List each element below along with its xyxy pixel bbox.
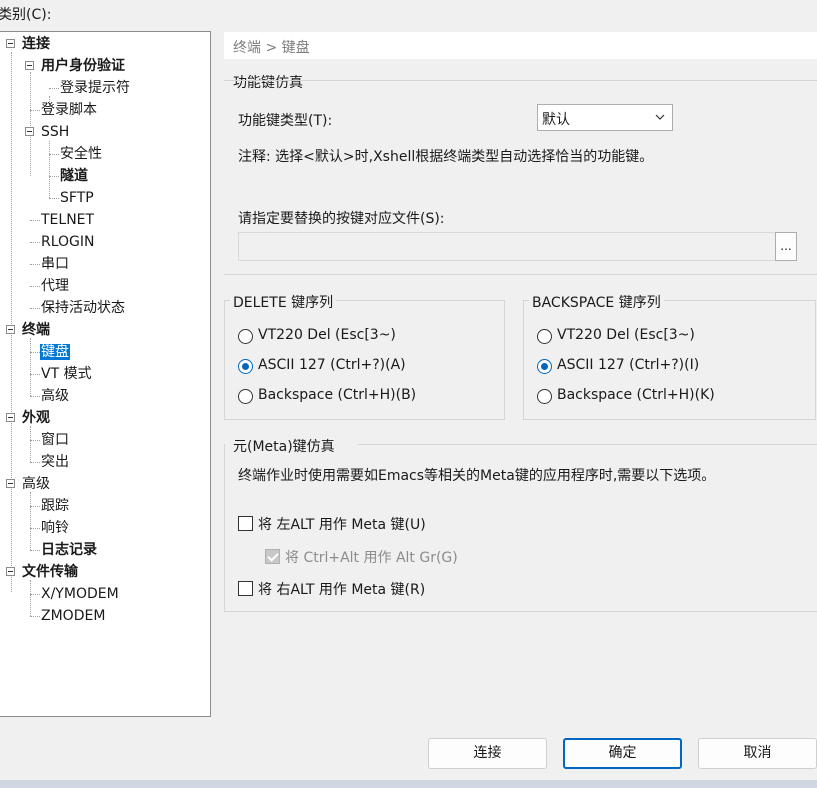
key-map-file-input[interactable] [238,232,777,261]
backspace-ascii127-label[interactable]: ASCII 127 (Ctrl+?)(I) [557,357,699,373]
backspace-backspace-label[interactable]: Backspace (Ctrl+H)(K) [557,387,715,403]
delete-backspace-radio[interactable] [238,389,253,404]
collapse-icon[interactable] [6,479,15,488]
tree-item-ssh[interactable]: SSH [40,121,70,143]
cancel-button[interactable]: 取消 [698,738,817,769]
function-key-type-select[interactable]: 默认 [537,104,673,131]
tree-item-security[interactable]: 安全性 [59,143,103,165]
backspace-seq-title: BACKSPACE 键序列 [529,292,664,312]
tree-item-tunnel[interactable]: 隧道 [59,165,89,187]
tree-item-vt-mode[interactable]: VT 模式 [40,363,93,385]
collapse-icon[interactable] [25,127,34,136]
collapse-icon[interactable] [6,413,15,422]
tree-item-user-auth[interactable]: 用户身份验证 [40,55,126,77]
tree-item-login-prompt[interactable]: 登录提示符 [59,77,131,99]
tree-item-sftp[interactable]: SFTP [59,187,95,209]
tree-item-advanced[interactable]: 高级 [21,473,51,495]
tree-item-trace[interactable]: 跟踪 [40,495,70,517]
function-key-type-value: 默认 [542,112,570,128]
tree-item-telnet[interactable]: TELNET [40,209,95,231]
tree-item-window[interactable]: 窗口 [40,429,70,451]
function-key-type-label: 功能键类型(T): [238,113,333,129]
connect-button[interactable]: 连接 [428,738,547,769]
backspace-vt220-label[interactable]: VT220 Del (Esc[3~) [557,327,695,343]
delete-seq-title: DELETE 键序列 [230,292,337,312]
tree-item-xymodem[interactable]: X/YMODEM [40,583,120,605]
tree-item-file-transfer[interactable]: 文件传输 [21,561,79,583]
delete-vt220-radio[interactable] [238,329,253,344]
delete-vt220-label[interactable]: VT220 Del (Esc[3~) [258,327,396,343]
collapse-icon[interactable] [6,325,15,334]
ctrl-alt-altgr-label: 将 Ctrl+Alt 用作 Alt Gr(G) [285,550,458,566]
tree-item-appearance[interactable]: 外观 [21,407,51,429]
meta-group-title: 元(Meta)键仿真 [233,439,335,455]
ok-button[interactable]: 确定 [563,738,682,769]
function-key-note: 注释: 选择<默认>时,Xshell根据终端类型自动选择恰当的功能键。 [238,149,654,165]
tree-item-serial[interactable]: 串口 [40,253,70,275]
tree-item-rlogin[interactable]: RLOGIN [40,231,96,253]
tree-item-keepalive[interactable]: 保持活动状态 [40,297,126,319]
breadcrumb-bar: 终端 > 键盘 [224,32,817,59]
tree-item-login-script[interactable]: 登录脚本 [40,99,98,121]
category-label: 类别(C): [0,7,52,23]
collapse-icon[interactable] [6,39,15,48]
tree-item-terminal-advanced[interactable]: 高级 [40,385,70,407]
delete-backspace-label[interactable]: Backspace (Ctrl+H)(B) [258,387,416,403]
backspace-ascii127-radio[interactable] [537,359,552,374]
meta-description: 终端作业时使用需要如Emacs等相关的Meta键的应用程序时,需要以下选项。 [238,468,716,484]
tree-item-keyboard[interactable]: 键盘 [40,341,70,363]
tree-item-highlight[interactable]: 突出 [40,451,70,473]
collapse-icon[interactable] [25,61,34,70]
tree-item-connection[interactable]: 连接 [21,33,51,55]
backspace-backspace-radio[interactable] [537,389,552,404]
tree-item-terminal[interactable]: 终端 [21,319,51,341]
right-alt-meta-checkbox[interactable] [238,581,253,596]
backspace-vt220-radio[interactable] [537,329,552,344]
chevron-down-icon [655,114,665,120]
right-alt-meta-label[interactable]: 将 右ALT 用作 Meta 键(R) [258,579,425,599]
ctrl-alt-altgr-checkbox[interactable] [265,549,280,564]
tree-item-proxy[interactable]: 代理 [40,275,70,297]
tree-item-zmodem[interactable]: ZMODEM [40,605,106,627]
status-bar [0,780,817,788]
delete-ascii127-radio[interactable] [238,359,253,374]
browse-button[interactable]: ... [775,232,797,261]
tree-item-logging[interactable]: 日志记录 [40,539,98,561]
left-alt-meta-label[interactable]: 将 左ALT 用作 Meta 键(U) [258,514,426,534]
tree-item-bell[interactable]: 响铃 [40,517,70,539]
category-tree[interactable]: 连接 用户身份验证 登录提示符 登录脚本 SSH 安全性 隧道 SFTP TEL… [0,31,211,717]
collapse-icon[interactable] [6,567,15,576]
key-map-file-label: 请指定要替换的按键对应文件(S): [238,211,445,227]
delete-ascii127-label[interactable]: ASCII 127 (Ctrl+?)(A) [258,357,406,373]
breadcrumb: 终端 > 键盘 [233,40,310,56]
left-alt-meta-checkbox[interactable] [238,516,253,531]
